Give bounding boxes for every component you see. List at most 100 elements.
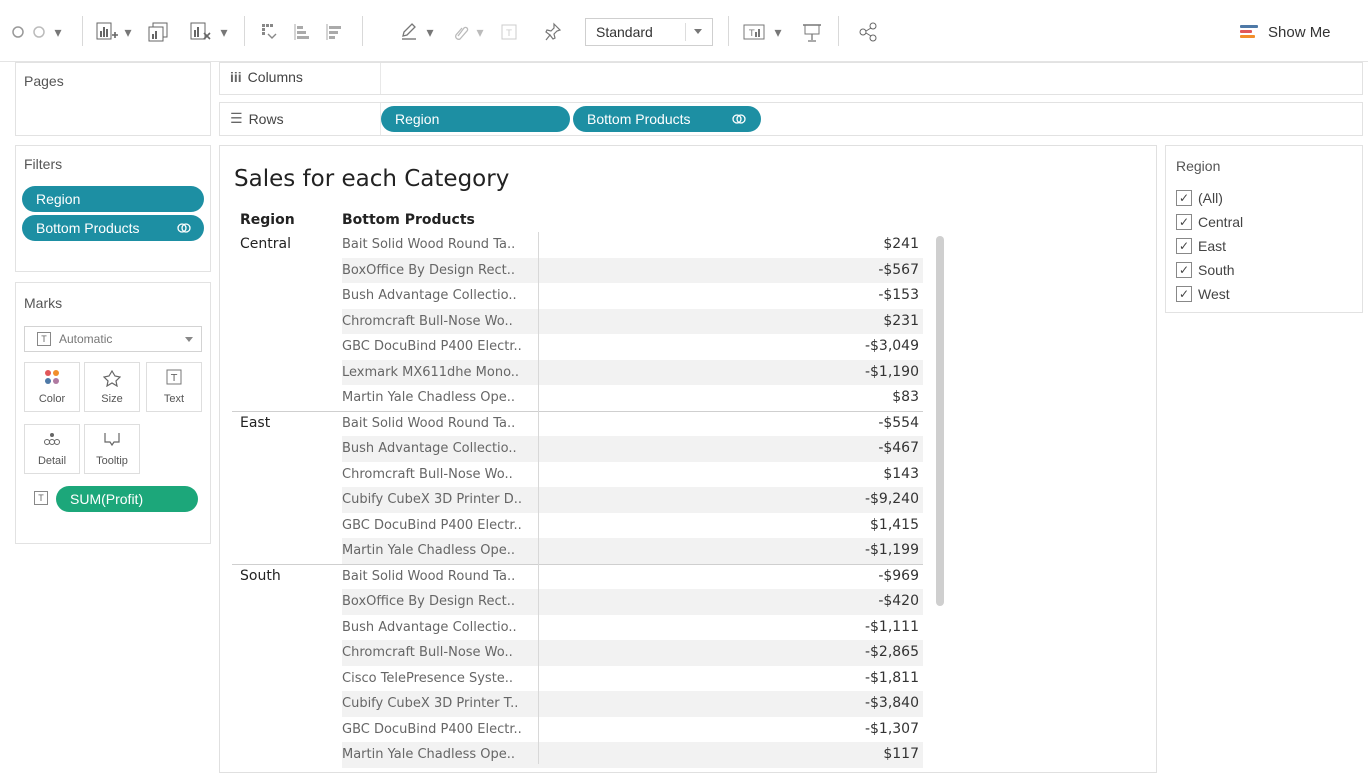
profit-cell[interactable]: -$2,865 [538, 640, 923, 666]
redo-dropdown-icon[interactable] [30, 20, 50, 44]
rows-pill-bottom-products[interactable]: Bottom Products [573, 106, 761, 132]
product-cell[interactable]: Bait Solid Wood Round Ta.. [342, 564, 538, 590]
profit-cell[interactable]: -$3,049 [538, 334, 923, 360]
profit-cell[interactable]: -$467 [538, 436, 923, 462]
table-row[interactable]: Martin Yale Chadless Ope.. $117 [232, 742, 923, 768]
fit-dropdown[interactable]: Standard [585, 18, 713, 46]
product-cell[interactable]: GBC DocuBind P400 Electr.. [342, 334, 538, 360]
product-cell[interactable]: Bush Advantage Collectio.. [342, 615, 538, 641]
table-row[interactable]: BoxOffice By Design Rect.. -$420 [232, 589, 923, 615]
table-row[interactable]: Martin Yale Chadless Ope.. $83 [232, 385, 923, 411]
chevron-down-icon[interactable]: ▾ [52, 20, 64, 44]
region-filter-option[interactable]: ✓ West [1176, 284, 1230, 304]
table-row[interactable]: Chromcraft Bull-Nose Wo.. $143 [232, 462, 923, 488]
header-region[interactable]: Region [240, 212, 295, 228]
filter-pill-region[interactable]: Region [22, 186, 204, 212]
profit-cell[interactable]: -$969 [538, 564, 923, 590]
profit-cell[interactable]: $1,415 [538, 513, 923, 539]
table-row[interactable]: Bait Solid Wood Round Ta.. -$554 [232, 411, 923, 437]
chevron-down-icon[interactable]: ▾ [424, 20, 436, 44]
table-row[interactable]: BoxOffice By Design Rect.. -$567 [232, 257, 923, 283]
chevron-down-icon[interactable]: ▾ [122, 20, 134, 44]
table-row[interactable]: Bait Solid Wood Round Ta.. -$969 [232, 564, 923, 590]
product-cell[interactable]: Chromcraft Bull-Nose Wo.. [342, 640, 538, 666]
table-row[interactable]: Cubify CubeX 3D Printer T.. -$3,840 [232, 691, 923, 717]
tooltip-button[interactable]: Tooltip [84, 424, 140, 474]
profit-cell[interactable]: -$3,840 [538, 691, 923, 717]
clear-sheet-icon[interactable] [188, 20, 214, 44]
mark-type-dropdown[interactable]: T Automatic [24, 326, 202, 352]
presentation-icon[interactable] [800, 20, 824, 44]
product-cell[interactable]: Bush Advantage Collectio.. [342, 283, 538, 309]
filter-pill-bottom-products[interactable]: Bottom Products [22, 215, 204, 241]
table-row[interactable]: GBC DocuBind P400 Electr.. $1,415 [232, 513, 923, 539]
table-row[interactable]: Bush Advantage Collectio.. -$1,111 [232, 615, 923, 641]
product-cell[interactable]: Cisco TelePresence Syste.. [342, 666, 538, 692]
vertical-scrollbar[interactable] [936, 236, 944, 606]
product-cell[interactable]: BoxOffice By Design Rect.. [342, 257, 538, 283]
table-row[interactable]: Bush Advantage Collectio.. -$153 [232, 283, 923, 309]
profit-cell[interactable]: -$1,199 [538, 538, 923, 564]
table-row[interactable]: Bush Advantage Collectio.. -$467 [232, 436, 923, 462]
table-row[interactable]: Lexmark MX611dhe Mono.. -$1,190 [232, 359, 923, 385]
undo-icon[interactable] [10, 20, 26, 44]
group-icon[interactable] [450, 20, 472, 44]
profit-cell[interactable]: $241 [538, 232, 923, 258]
product-cell[interactable]: Bait Solid Wood Round Ta.. [342, 411, 538, 437]
sort-descending-icon[interactable] [322, 20, 346, 44]
profit-cell[interactable]: -$567 [538, 257, 923, 283]
new-worksheet-icon[interactable] [94, 20, 120, 44]
profit-cell[interactable]: $143 [538, 462, 923, 488]
checkbox-checked-icon[interactable]: ✓ [1176, 190, 1192, 206]
product-cell[interactable]: Cubify CubeX 3D Printer D.. [342, 487, 538, 513]
region-filter-option[interactable]: ✓ (All) [1176, 188, 1223, 208]
profit-cell[interactable]: -$9,240 [538, 487, 923, 513]
product-cell[interactable]: Bait Solid Wood Round Ta.. [342, 232, 538, 258]
product-cell[interactable]: Lexmark MX611dhe Mono.. [342, 359, 538, 385]
table-row[interactable]: Martin Yale Chadless Ope.. -$1,199 [232, 538, 923, 564]
profit-cell[interactable]: -$1,190 [538, 359, 923, 385]
share-icon[interactable] [856, 20, 880, 44]
text-button[interactable]: T Text [146, 362, 202, 412]
profit-cell[interactable]: $83 [538, 385, 923, 411]
table-row[interactable]: Bait Solid Wood Round Ta.. $241 [232, 232, 923, 258]
sort-ascending-icon[interactable] [290, 20, 314, 44]
chevron-down-icon[interactable]: ▾ [474, 20, 486, 44]
product-cell[interactable]: Bush Advantage Collectio.. [342, 436, 538, 462]
checkbox-checked-icon[interactable]: ✓ [1176, 238, 1192, 254]
checkbox-checked-icon[interactable]: ✓ [1176, 214, 1192, 230]
product-cell[interactable]: Martin Yale Chadless Ope.. [342, 538, 538, 564]
profit-cell[interactable]: -$420 [538, 589, 923, 615]
table-row[interactable]: Cubify CubeX 3D Printer D.. -$9,240 [232, 487, 923, 513]
rows-pill-region[interactable]: Region [381, 106, 570, 132]
chevron-down-icon[interactable]: ▾ [218, 20, 230, 44]
profit-cell[interactable]: -$1,811 [538, 666, 923, 692]
product-cell[interactable]: Chromcraft Bull-Nose Wo.. [342, 308, 538, 334]
label-icon[interactable]: T [498, 20, 520, 44]
swap-icon[interactable] [258, 20, 282, 44]
duplicate-sheet-icon[interactable] [146, 20, 172, 44]
profit-cell[interactable]: -$554 [538, 411, 923, 437]
table-row[interactable]: Chromcraft Bull-Nose Wo.. -$2,865 [232, 640, 923, 666]
chevron-down-icon[interactable]: ▾ [772, 20, 784, 44]
pages-card[interactable]: Pages [15, 62, 211, 136]
region-filter-option[interactable]: ✓ East [1176, 236, 1226, 256]
table-row[interactable]: Cisco TelePresence Syste.. -$1,811 [232, 666, 923, 692]
profit-cell[interactable]: $117 [538, 742, 923, 768]
profit-cell[interactable]: -$1,307 [538, 717, 923, 743]
checkbox-checked-icon[interactable]: ✓ [1176, 262, 1192, 278]
show-cards-icon[interactable]: T [742, 20, 768, 44]
profit-cell[interactable]: $231 [538, 308, 923, 334]
product-cell[interactable]: Martin Yale Chadless Ope.. [342, 742, 538, 768]
profit-cell[interactable]: -$1,111 [538, 615, 923, 641]
pin-icon[interactable] [542, 20, 564, 44]
checkbox-checked-icon[interactable]: ✓ [1176, 286, 1192, 302]
product-cell[interactable]: GBC DocuBind P400 Electr.. [342, 513, 538, 539]
detail-button[interactable]: Detail [24, 424, 80, 474]
product-cell[interactable]: BoxOffice By Design Rect.. [342, 589, 538, 615]
product-cell[interactable]: GBC DocuBind P400 Electr.. [342, 717, 538, 743]
show-me-button[interactable]: Show Me [1240, 20, 1331, 44]
columns-shelf[interactable]: iii Columns [219, 62, 1363, 95]
profit-cell[interactable]: -$153 [538, 283, 923, 309]
product-cell[interactable]: Cubify CubeX 3D Printer T.. [342, 691, 538, 717]
